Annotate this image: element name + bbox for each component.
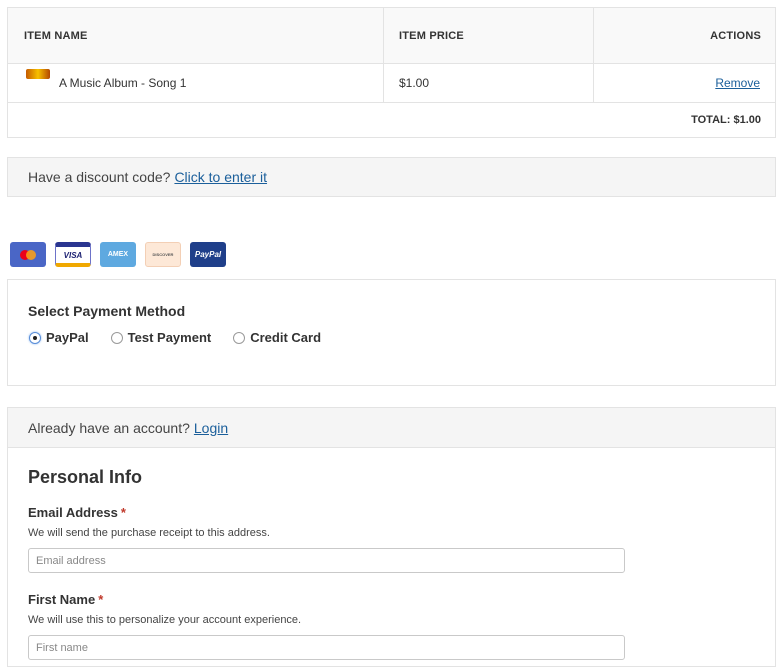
remove-item-link[interactable]: Remove xyxy=(715,76,760,90)
enter-discount-link[interactable]: Click to enter it xyxy=(174,169,267,185)
cart-item-price: $1.00 xyxy=(384,64,594,102)
login-prompt: Already have an account? xyxy=(28,419,190,436)
email-description: We will send the purchase receipt to thi… xyxy=(28,527,270,539)
first-name-label-text: First Name xyxy=(28,592,96,607)
payment-option-paypal[interactable]: PayPal xyxy=(29,330,89,345)
visa-icon: VISA xyxy=(55,242,91,267)
discover-icon: DISCOVER xyxy=(145,242,181,267)
album-thumbnail-icon xyxy=(26,69,50,79)
mastercard-icon xyxy=(10,242,46,267)
cart-item-cell: A Music Album - Song 1 xyxy=(8,64,384,102)
cart-header-row: ITEM NAME ITEM PRICE ACTIONS xyxy=(8,8,775,64)
payment-method-box: Select Payment Method PayPal Test Paymen… xyxy=(7,279,776,386)
payment-method-options: PayPal Test Payment Credit Card xyxy=(29,330,321,345)
accepted-cards: VISA AMEX DISCOVER PayPal xyxy=(10,242,226,267)
login-bar: Already have an account? Login xyxy=(8,408,775,448)
payment-option-label: Credit Card xyxy=(250,330,322,345)
payment-option-label: Test Payment xyxy=(127,330,212,345)
test-payment-radio[interactable] xyxy=(110,331,123,344)
credit-card-radio[interactable] xyxy=(233,331,246,344)
cart-total: TOTAL: $1.00 xyxy=(691,114,761,126)
personal-info-title: Personal Info xyxy=(28,467,143,487)
amex-icon: AMEX xyxy=(100,242,136,267)
paypal-radio[interactable] xyxy=(29,331,41,344)
required-mark: * xyxy=(98,592,104,607)
table-row: A Music Album - Song 1 $1.00 Remove xyxy=(8,64,775,103)
email-label-text: Email Address xyxy=(28,505,118,520)
discount-bar: Have a discount code? Click to enter it xyxy=(7,157,776,197)
payment-option-label: PayPal xyxy=(46,330,89,345)
column-header-item-name: ITEM NAME xyxy=(8,8,384,63)
required-mark: * xyxy=(120,505,126,520)
login-link[interactable]: Login xyxy=(194,420,228,436)
payment-option-credit-card[interactable]: Credit Card xyxy=(233,330,321,345)
column-header-item-price: ITEM PRICE xyxy=(384,8,594,63)
paypal-icon: PayPal xyxy=(190,242,226,267)
payment-method-heading: Select Payment Method xyxy=(28,303,186,319)
column-header-actions: ACTIONS xyxy=(710,29,761,42)
cart-item-name: A Music Album - Song 1 xyxy=(59,76,187,90)
checkout-form: Already have an account? Login Personal … xyxy=(7,407,776,667)
payment-option-test[interactable]: Test Payment xyxy=(110,330,212,345)
first-name-label: First Name * xyxy=(28,592,103,607)
email-label: Email Address * xyxy=(28,505,126,520)
email-field[interactable] xyxy=(28,548,625,573)
cart-table: ITEM NAME ITEM PRICE ACTIONS A Music Alb… xyxy=(7,7,776,138)
discount-prompt: Have a discount code? xyxy=(28,169,171,185)
first-name-description: We will use this to personalize your acc… xyxy=(28,614,302,626)
cart-item-actions: Remove xyxy=(594,64,775,102)
